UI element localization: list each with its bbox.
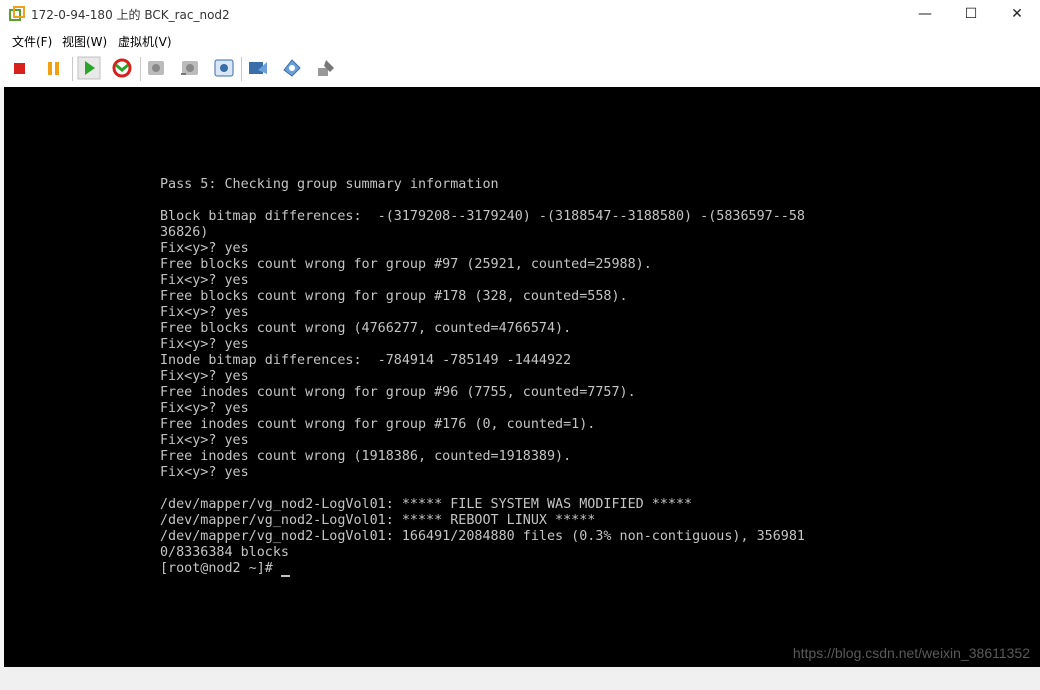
console-line: Free blocks count wrong for group #97 (2… <box>160 257 652 272</box>
tools-icon[interactable] <box>314 56 338 80</box>
close-button[interactable]: ✕ <box>994 0 1040 28</box>
console-line: [root@nod2 ~]# <box>160 561 281 576</box>
console-line: Pass 5: Checking group summary informati… <box>160 177 499 192</box>
send-keys-icon[interactable] <box>246 56 270 80</box>
console-line: 0/8336384 blocks <box>160 545 289 560</box>
vm-settings-icon[interactable] <box>280 56 304 80</box>
console-line: Fix<y>? yes <box>160 305 249 320</box>
vmware-app-icon <box>9 6 25 21</box>
console-line: Fix<y>? yes <box>160 465 249 480</box>
toolbar <box>0 53 1040 85</box>
minimize-button[interactable]: — <box>902 0 948 28</box>
vm-console-window: 172-0-94-180 上的 BCK_rac_nod2 — ☐ ✕ 文件(F)… <box>0 0 1040 690</box>
status-bar <box>0 667 1040 690</box>
console-line: Block bitmap differences: -(3179208--317… <box>160 209 805 224</box>
console-line: Free blocks count wrong for group #178 (… <box>160 289 628 304</box>
console-line: Free inodes count wrong for group #96 (7… <box>160 385 636 400</box>
maximize-button[interactable]: ☐ <box>948 0 994 28</box>
console-line: Fix<y>? yes <box>160 273 249 288</box>
toolbar-separator <box>140 57 141 81</box>
window-title: 172-0-94-180 上的 BCK_rac_nod2 <box>31 8 230 22</box>
console-line: Inode bitmap differences: -784914 -78514… <box>160 353 572 368</box>
console-output: Pass 5: Checking group summary informati… <box>160 177 805 577</box>
console-line: Fix<y>? yes <box>160 369 249 384</box>
console-line: /dev/mapper/vg_nod2-LogVol01: ***** REBO… <box>160 513 596 528</box>
menu-bar: 文件(F) 视图(W) 虚拟机(V) <box>0 30 1040 52</box>
title-bar: 172-0-94-180 上的 BCK_rac_nod2 — ☐ ✕ <box>0 0 1040 28</box>
console-line: Fix<y>? yes <box>160 401 249 416</box>
snapshot-revert-icon[interactable] <box>178 56 202 80</box>
pause-icon[interactable] <box>42 56 66 80</box>
text-cursor <box>280 575 290 577</box>
toolbar-separator <box>72 57 73 81</box>
console-line: Fix<y>? yes <box>160 241 249 256</box>
menu-file[interactable]: 文件(F) <box>12 33 52 50</box>
vm-console-screen[interactable]: Pass 5: Checking group summary informati… <box>4 87 1040 667</box>
console-line: Fix<y>? yes <box>160 433 249 448</box>
console-line: /dev/mapper/vg_nod2-LogVol01: 166491/208… <box>160 529 805 544</box>
console-line: Free inodes count wrong (1918386, counte… <box>160 449 572 464</box>
console-line: /dev/mapper/vg_nod2-LogVol01: ***** FILE… <box>160 497 693 512</box>
watermark: https://blog.csdn.net/weixin_38611352 <box>792 645 1030 661</box>
console-line: Free blocks count wrong (4766277, counte… <box>160 321 572 336</box>
play-icon[interactable] <box>77 56 101 80</box>
stop-icon[interactable] <box>8 56 32 80</box>
console-line: Fix<y>? yes <box>160 337 249 352</box>
toolbar-separator <box>241 57 242 81</box>
menu-view[interactable]: 视图(W) <box>62 33 107 50</box>
reset-icon[interactable] <box>110 56 134 80</box>
snapshot-manager-icon[interactable] <box>212 56 236 80</box>
menu-vm[interactable]: 虚拟机(V) <box>118 33 172 50</box>
console-line: Free inodes count wrong for group #176 (… <box>160 417 596 432</box>
console-line: 36826) <box>160 225 209 240</box>
snapshot-take-icon[interactable] <box>144 56 168 80</box>
